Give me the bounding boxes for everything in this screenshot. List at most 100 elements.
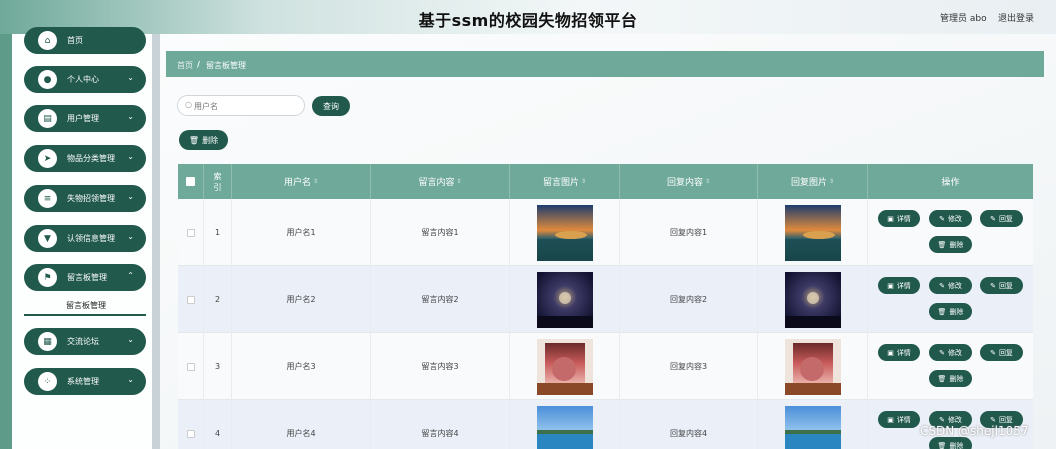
search-icon: ○ [185, 100, 192, 109]
detail-button[interactable]: ▣ 详情 [878, 344, 920, 361]
message-image[interactable] [536, 204, 593, 261]
col-message-label: 留言内容 [418, 178, 455, 188]
table-header: 索引 用户名 ⇕ 留言内容 ⇕ 留言图片 ⇕ 回复内容 ⇕ 回复图片 ⇕ 操作 [178, 164, 1033, 199]
delete-label: 删除 [949, 240, 964, 249]
row-checkbox[interactable] [186, 429, 195, 438]
sidebar-subitem-label: 留言板管理 [66, 301, 106, 310]
col-actions: 操作 [941, 178, 960, 188]
detail-button[interactable]: ▣ 详情 [878, 210, 920, 227]
sidebar-item-label: 用户管理 [67, 114, 99, 123]
delete-button[interactable]: 🗑 删除 [929, 370, 972, 387]
row-message: 留言内容4 [371, 400, 510, 449]
message-image[interactable] [536, 405, 593, 449]
reply-button[interactable]: ✎ 回复 [980, 210, 1023, 227]
sidebar-item-label: 交流论坛 [67, 337, 99, 346]
row-index: 3 [204, 333, 232, 400]
logout-link[interactable]: 退出登录 [998, 11, 1034, 24]
detail-label: 详情 [896, 415, 911, 424]
chevron-up-icon: ⌃ [127, 271, 134, 280]
sidebar-item-label: 首页 [67, 36, 83, 45]
row-actions: ▣ 详情 ✎ 修改 ✎ 回复 🗑 删除 [868, 333, 1033, 400]
breadcrumb-home[interactable]: 首页 [177, 60, 193, 71]
reply-icon: ✎ [990, 281, 996, 290]
edit-button[interactable]: ✎ 修改 [929, 277, 972, 294]
row-username: 用户名4 [232, 400, 371, 449]
sidebar-item-label: 个人中心 [67, 75, 99, 84]
detail-button[interactable]: ▣ 详情 [878, 277, 920, 294]
trash-icon: 🗑 [937, 240, 947, 249]
delete-button[interactable]: 🗑 删除 [929, 437, 972, 449]
sidebar-item-message-board[interactable]: ⚑ 留言板管理 ⌃ [24, 264, 146, 291]
active-indicator [24, 314, 146, 316]
chevron-down-icon: ⌄ [127, 232, 134, 241]
row-reply: 回复内容2 [620, 266, 758, 333]
sidebar-item-label: 留言板管理 [67, 273, 107, 282]
row-checkbox[interactable] [186, 295, 195, 304]
sidebar-item-user-management[interactable]: ▤ 用户管理 ⌄ [24, 105, 146, 132]
sidebar-item-forum[interactable]: ▦ 交流论坛 ⌄ [24, 328, 146, 355]
trash-icon: 🗑 [188, 135, 200, 145]
delete-label: 删除 [949, 307, 964, 316]
row-reply-image-cell [758, 266, 868, 333]
reply-button[interactable]: ✎ 回复 [980, 277, 1023, 294]
table-row: 3 用户名3 留言内容3 回复内容3 ▣ 详情 ✎ 修改 ✎ 回复 🗑 删除 [178, 333, 1033, 400]
row-checkbox[interactable] [186, 362, 195, 371]
sidebar-item-home[interactable]: ⌂ 首页 [24, 27, 146, 54]
edit-label: 修改 [947, 214, 962, 223]
message-image[interactable] [536, 338, 593, 395]
row-index: 4 [204, 400, 232, 449]
sidebar-item-personal-center[interactable]: ● 个人中心 ⌄ [24, 66, 146, 93]
search-box: ○ [177, 95, 305, 116]
select-all-cell [178, 164, 204, 199]
reply-image[interactable] [784, 338, 841, 395]
row-select-cell [178, 333, 204, 400]
sidebar-item-category-management[interactable]: ➤ 物品分类管理 ⌄ [24, 145, 146, 172]
reply-image[interactable] [784, 405, 841, 449]
col-index[interactable]: 索引 [204, 164, 232, 199]
col-reply-image-label: 回复图片 [790, 178, 827, 188]
send-icon: ➤ [38, 149, 57, 168]
reply-image[interactable] [784, 271, 841, 328]
col-message-image[interactable]: 留言图片 ⇕ [510, 164, 620, 199]
edit-label: 修改 [947, 281, 962, 290]
reply-image[interactable] [784, 204, 841, 261]
delete-label: 删除 [949, 441, 964, 449]
row-index: 2 [204, 266, 232, 333]
sidebar-item-claim-management[interactable]: ▼ 认领信息管理 ⌄ [24, 225, 146, 252]
row-checkbox[interactable] [186, 228, 195, 237]
sidebar-scrollbar[interactable] [152, 34, 160, 449]
sidebar-item-label: 失物招领管理 [67, 194, 115, 203]
col-reply-image[interactable]: 回复图片 ⇕ [758, 164, 868, 199]
edit-button[interactable]: ✎ 修改 [929, 344, 972, 361]
col-reply[interactable]: 回复内容 ⇕ [620, 164, 758, 199]
detail-button[interactable]: ▣ 详情 [878, 411, 920, 428]
sidebar-subitem-message-board[interactable]: 留言板管理 [24, 296, 146, 316]
bulk-delete-button[interactable]: 🗑 删除 [179, 130, 228, 150]
col-username[interactable]: 用户名 ⇕ [232, 164, 371, 199]
detail-icon: ▣ [887, 214, 894, 223]
edit-button[interactable]: ✎ 修改 [929, 210, 972, 227]
search-button[interactable]: 查询 [312, 96, 350, 116]
reply-label: 回复 [998, 348, 1013, 357]
message-image[interactable] [536, 271, 593, 328]
select-all-checkbox[interactable] [186, 177, 195, 186]
row-reply: 回复内容1 [620, 199, 758, 266]
row-message-image-cell [510, 199, 620, 266]
delete-button[interactable]: 🗑 删除 [929, 236, 972, 253]
col-message[interactable]: 留言内容 ⇕ [371, 164, 510, 199]
sidebar-item-system-management[interactable]: ⁘ 系统管理 ⌄ [24, 368, 146, 395]
sidebar-item-label: 认领信息管理 [67, 234, 115, 243]
trash-icon: 🗑 [937, 441, 947, 449]
reply-button[interactable]: ✎ 回复 [980, 344, 1023, 361]
delete-button[interactable]: 🗑 删除 [929, 303, 972, 320]
edit-label: 修改 [947, 415, 962, 424]
sidebar-item-lost-found-management[interactable]: ≡ 失物招领管理 ⌄ [24, 185, 146, 212]
username-search-input[interactable] [194, 99, 294, 113]
sidebar-panel: ⌂ 首页 ● 个人中心 ⌄ ▤ 用户管理 ⌄ ➤ 物品分类管理 ⌄ ≡ 失物招领… [12, 27, 152, 449]
detail-icon: ▣ [887, 415, 894, 424]
table-row: 2 用户名2 留言内容2 回复内容2 ▣ 详情 ✎ 修改 ✎ 回复 🗑 删除 [178, 266, 1033, 333]
row-actions: ▣ 详情 ✎ 修改 ✎ 回复 🗑 删除 [868, 199, 1033, 266]
breadcrumb-current: 留言板管理 [206, 61, 246, 70]
row-reply-image-cell [758, 333, 868, 400]
row-message: 留言内容3 [371, 333, 510, 400]
